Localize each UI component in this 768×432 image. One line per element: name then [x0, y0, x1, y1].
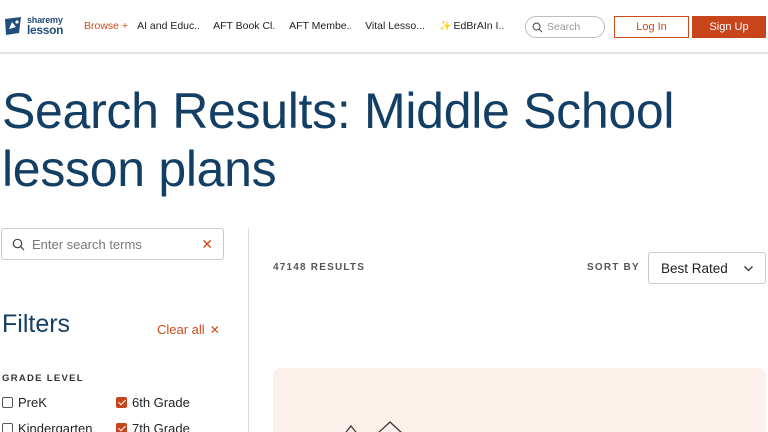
header-search[interactable]: [525, 16, 605, 38]
grade-label-prek: PreK: [18, 395, 47, 410]
header-search-input[interactable]: [547, 21, 603, 33]
nav-browse[interactable]: Browse +: [84, 20, 128, 32]
signup-button[interactable]: Sign Up: [692, 16, 766, 38]
grade-label-6th: 6th Grade: [132, 395, 190, 410]
sort-by-label: SORT BY: [587, 262, 640, 273]
nav-vital-lessons[interactable]: Vital Lesso...: [365, 20, 425, 32]
nav-ai-and-education[interactable]: AI and Educ...: [137, 20, 199, 32]
clear-all-label: Clear all: [157, 322, 205, 337]
grade-checkbox-prek[interactable]: PreK: [2, 395, 47, 410]
clear-search-icon[interactable]: ✕: [201, 237, 213, 251]
grade-label-7th: 7th Grade: [132, 421, 190, 432]
sidebar-divider: [248, 228, 249, 432]
logo-line2: lesson: [27, 23, 64, 37]
sort-select[interactable]: Best Rated: [648, 252, 766, 284]
sort-selected-value: Best Rated: [661, 260, 728, 276]
card-illustration-icon: [345, 421, 402, 432]
grade-checkbox-7th[interactable]: 7th Grade: [116, 421, 190, 432]
sidebar-search-input[interactable]: [32, 236, 192, 252]
result-card[interactable]: [273, 368, 766, 432]
checkbox-checked[interactable]: [116, 397, 127, 408]
grade-level-heading: GRADE LEVEL: [2, 373, 84, 384]
search-icon: [12, 238, 25, 250]
sidebar-search[interactable]: ✕: [1, 228, 224, 260]
results-count: 47148 RESULTS: [273, 262, 366, 273]
grade-checkbox-6th[interactable]: 6th Grade: [116, 395, 190, 410]
search-icon: [532, 22, 543, 32]
clear-all-filters[interactable]: Clear all ✕: [157, 322, 220, 337]
checkbox[interactable]: [2, 423, 13, 432]
nav-edbrain-label: EdBrAIn I...: [453, 20, 505, 32]
logo-wordmark: sharemy lesson: [27, 16, 64, 37]
close-icon: ✕: [209, 322, 220, 337]
main-nav: Browse + AI and Educ... AFT Book Cl... A…: [84, 20, 504, 32]
nav-aft-membership[interactable]: AFT Membe...: [289, 20, 351, 32]
logo-mark-icon: [5, 17, 21, 35]
site-header: sharemy lesson Browse + AI and Educ... A…: [0, 0, 768, 54]
sharemylesson-logo[interactable]: sharemy lesson: [3, 14, 64, 38]
checkbox-checked[interactable]: [116, 423, 127, 432]
page-title: Search Results: Middle School lesson pla…: [2, 83, 675, 197]
filters-heading: Filters: [2, 310, 71, 338]
checkbox[interactable]: [2, 397, 13, 408]
chevron-down-icon: [744, 266, 753, 272]
nav-edbrain[interactable]: ✨ EdBrAIn I...: [439, 20, 504, 32]
login-button[interactable]: Log In: [614, 16, 689, 38]
sparkle-icon: ✨: [439, 20, 452, 32]
grade-checkbox-kindergarten[interactable]: Kindergarten: [2, 421, 92, 432]
nav-aft-book-club[interactable]: AFT Book Cl...: [213, 20, 275, 32]
grade-label-kindergarten: Kindergarten: [18, 421, 93, 432]
